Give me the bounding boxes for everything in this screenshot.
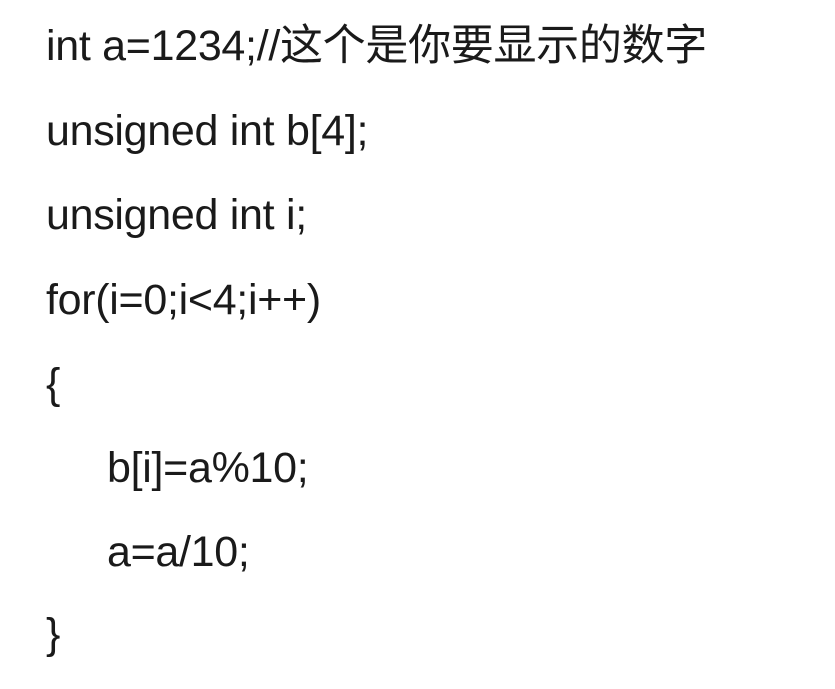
code-line-divide: a=a/10;: [107, 528, 250, 576]
code-line-declare-a: int a=1234;//这个是你要显示的数字: [46, 22, 707, 70]
code-line-open-brace: {: [46, 360, 61, 408]
code-line-for-loop: for(i=0;i<4;i++): [46, 276, 321, 324]
code-line-declare-b: unsigned int b[4];: [46, 107, 369, 155]
code-line-declare-i: unsigned int i;: [46, 191, 307, 239]
code-line-modulo: b[i]=a%10;: [107, 444, 309, 492]
code-snippet-page: int a=1234;//这个是你要显示的数字 unsigned int b[4…: [0, 0, 835, 689]
code-line-close-brace: }: [46, 610, 61, 658]
